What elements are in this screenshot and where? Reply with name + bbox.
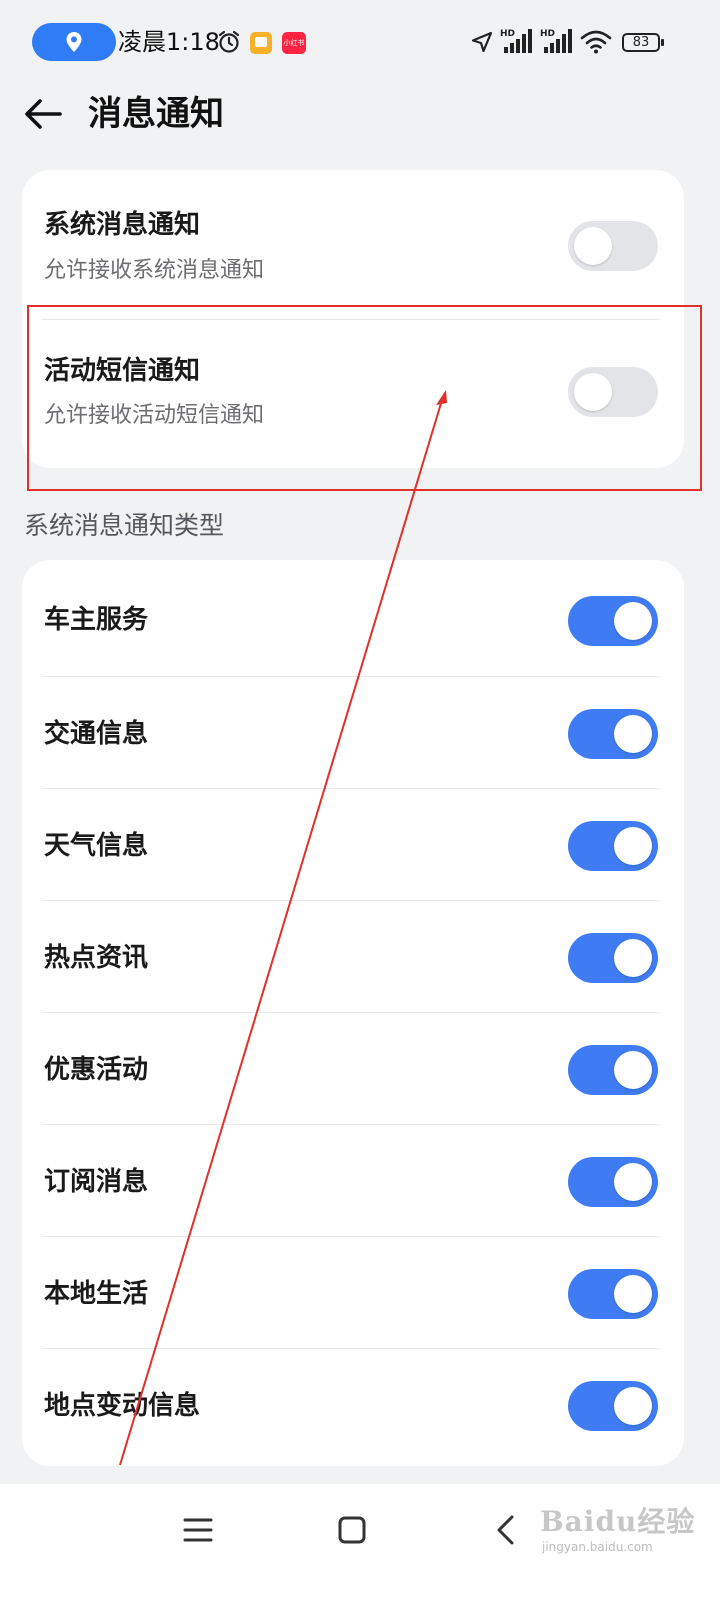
home-icon[interactable] xyxy=(332,1510,372,1550)
back-arrow-icon[interactable] xyxy=(18,88,70,140)
list-item-traffic-info[interactable]: 交通信息 xyxy=(22,677,684,789)
section-header: 系统消息通知类型 xyxy=(24,511,225,540)
back-nav-icon[interactable] xyxy=(486,1510,526,1550)
location-indicator[interactable] xyxy=(32,23,116,61)
battery-indicator: 83 xyxy=(622,33,664,52)
menu-icon[interactable] xyxy=(178,1510,218,1550)
xiaohongshu-app-icon: 小红书 xyxy=(282,32,306,54)
list-item-car-owner-service[interactable]: 车主服务 xyxy=(22,560,684,677)
toggle-knob xyxy=(614,1275,652,1313)
alarm-icon xyxy=(218,30,240,53)
toggle-knob xyxy=(614,602,652,640)
subscriptions-toggle[interactable] xyxy=(568,1157,658,1207)
weather-info-toggle[interactable] xyxy=(568,821,658,871)
car-owner-service-toggle[interactable] xyxy=(568,596,658,646)
row-title: 本地生活 xyxy=(44,1279,149,1309)
signal-hd-label: HD xyxy=(540,29,555,39)
location-change-toggle[interactable] xyxy=(568,1381,658,1431)
system-notification-row[interactable]: 系统消息通知 允许接收系统消息通知 xyxy=(22,170,684,320)
list-item-subscriptions[interactable]: 订阅消息 xyxy=(22,1125,684,1237)
status-time: 凌晨1:18 xyxy=(118,28,220,56)
row-title: 天气信息 xyxy=(44,831,149,861)
notification-master-card: 系统消息通知 允许接收系统消息通知 活动短信通知 允许接收活动短信通知 xyxy=(22,170,684,468)
toggle-knob xyxy=(614,827,652,865)
row-title: 车主服务 xyxy=(44,605,149,635)
toggle-knob xyxy=(574,373,612,411)
notification-types-card: 车主服务 交通信息 天气信息 热点资讯 优惠活动 订阅消息 本地生活 地点变动信… xyxy=(22,560,684,1466)
row-subtitle: 允许接收活动短信通知 xyxy=(44,403,265,428)
traffic-info-toggle[interactable] xyxy=(568,709,658,759)
row-subtitle: 允许接收系统消息通知 xyxy=(44,258,265,283)
toggle-knob xyxy=(574,227,612,265)
list-item-location-change[interactable]: 地点变动信息 xyxy=(22,1349,684,1466)
hot-news-toggle[interactable] xyxy=(568,933,658,983)
toggle-knob xyxy=(614,715,652,753)
navigation-arrow-icon xyxy=(471,31,493,53)
list-item-weather-info[interactable]: 天气信息 xyxy=(22,789,684,901)
list-item-promotions[interactable]: 优惠活动 xyxy=(22,1013,684,1125)
row-title: 订阅消息 xyxy=(44,1167,149,1197)
notes-app-icon xyxy=(250,32,272,54)
toggle-knob xyxy=(614,1387,652,1425)
row-title: 系统消息通知 xyxy=(44,210,201,240)
signal-hd-label: HD xyxy=(500,29,515,39)
list-item-local-life[interactable]: 本地生活 xyxy=(22,1237,684,1349)
system-navigation-bar xyxy=(0,1484,720,1600)
signal-strength-icon: HD xyxy=(540,29,572,53)
wifi-icon xyxy=(580,30,612,54)
signal-strength-icon: HD xyxy=(500,29,532,53)
system-notification-toggle[interactable] xyxy=(568,221,658,271)
row-title: 热点资讯 xyxy=(44,943,149,973)
toggle-knob xyxy=(614,939,652,977)
promotions-toggle[interactable] xyxy=(568,1045,658,1095)
location-pin-icon xyxy=(66,32,82,52)
toggle-knob xyxy=(614,1051,652,1089)
row-title: 活动短信通知 xyxy=(44,356,201,386)
row-title: 优惠活动 xyxy=(44,1055,149,1085)
activity-sms-row[interactable]: 活动短信通知 允许接收活动短信通知 xyxy=(22,320,684,468)
page-title: 消息通知 xyxy=(88,94,224,134)
page-header: 消息通知 xyxy=(0,80,720,148)
status-bar: 凌晨1:18 小红书 HD HD 83 xyxy=(0,20,720,66)
row-title: 地点变动信息 xyxy=(44,1391,201,1421)
toggle-knob xyxy=(614,1163,652,1201)
row-title: 交通信息 xyxy=(44,719,149,749)
activity-sms-toggle[interactable] xyxy=(568,367,658,417)
local-life-toggle[interactable] xyxy=(568,1269,658,1319)
list-item-hot-news[interactable]: 热点资讯 xyxy=(22,901,684,1013)
